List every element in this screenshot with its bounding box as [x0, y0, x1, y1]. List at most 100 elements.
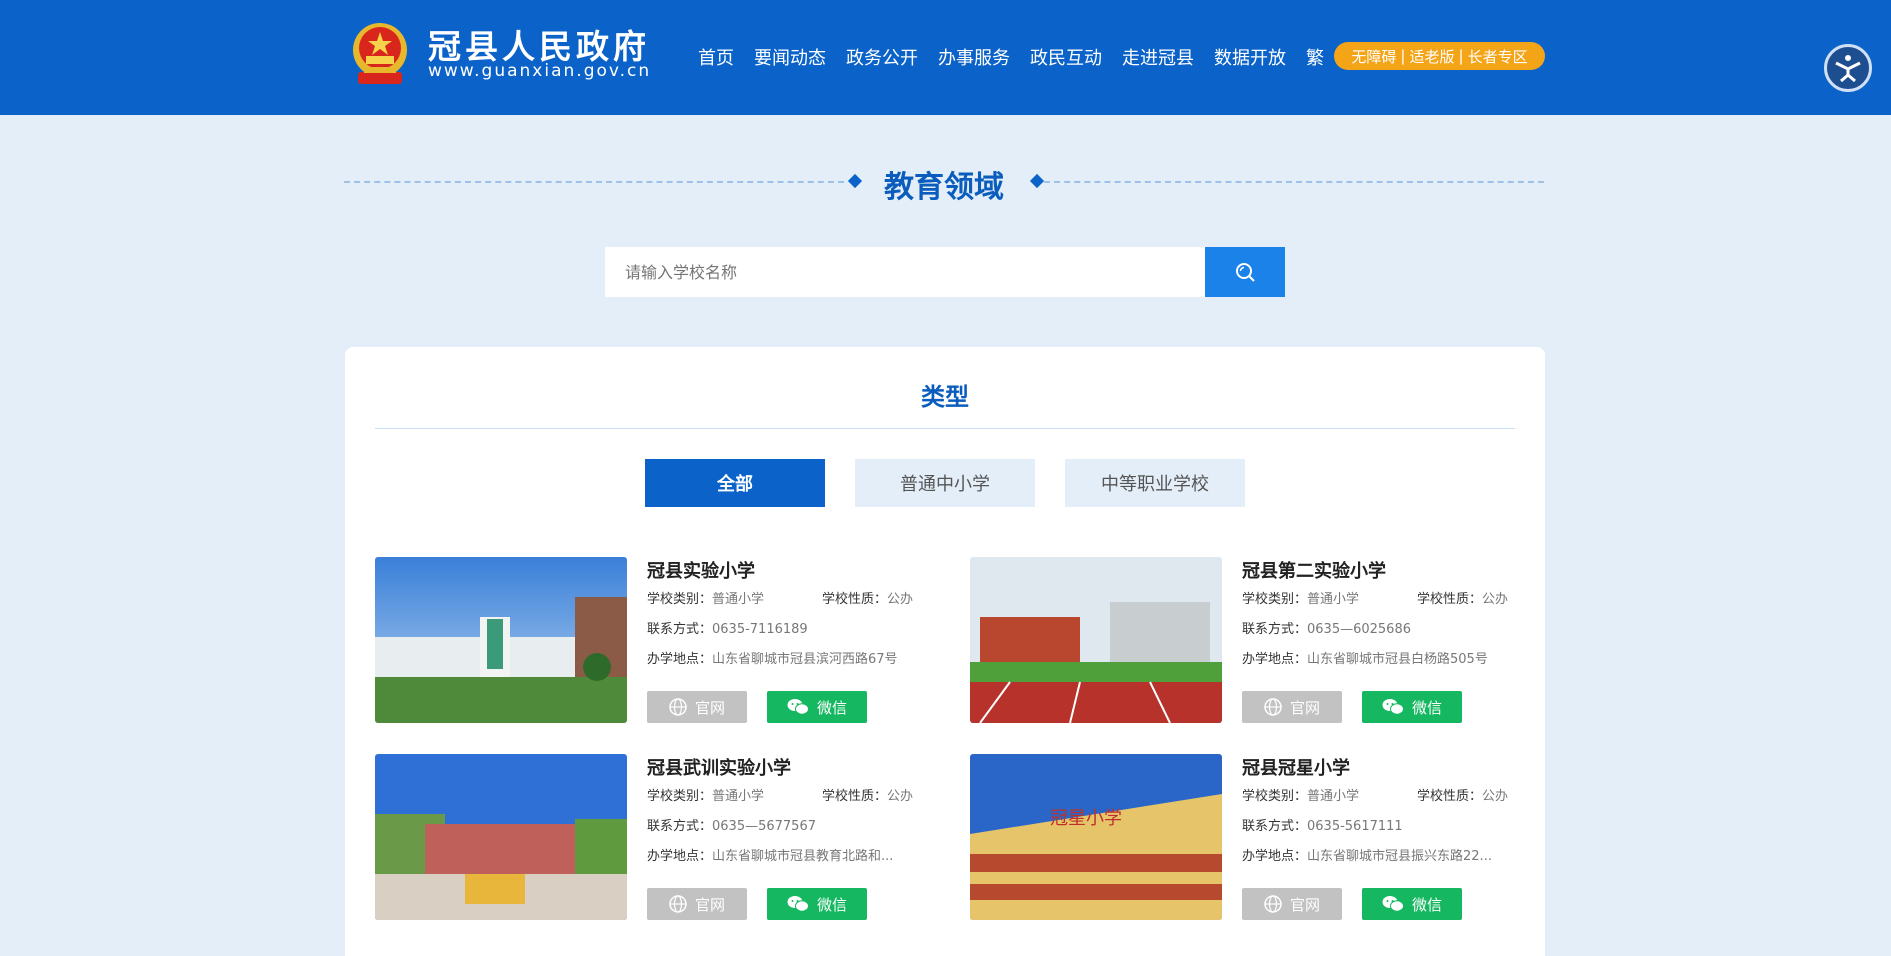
accessibility-link[interactable]: 无障碍: [1351, 46, 1396, 67]
wechat-label: 微信: [816, 698, 847, 717]
search-bar: [605, 247, 1285, 297]
wechat-icon: [787, 896, 809, 912]
nav-services[interactable]: 办事服务: [938, 44, 1010, 70]
wechat-button[interactable]: 微信: [1362, 691, 1462, 723]
school-name[interactable]: 冠县武训实验小学: [647, 754, 920, 782]
school-photo[interactable]: [970, 557, 1222, 723]
school-photo[interactable]: 冠星小学: [970, 754, 1222, 920]
wechat-button[interactable]: 微信: [1362, 888, 1462, 920]
svg-text:冠星小学: 冠星小学: [1050, 808, 1122, 829]
category-label: 学校类别：: [647, 789, 713, 804]
site-domain: www.guanxian.gov.cn: [428, 61, 652, 81]
wechat-button[interactable]: 微信: [767, 888, 867, 920]
nav-home[interactable]: 首页: [698, 44, 734, 70]
address-value: 山东省聊城市冠县振兴东路22...: [1307, 849, 1492, 864]
globe-icon: [1264, 895, 1282, 913]
school-photo[interactable]: [375, 557, 627, 723]
nav-about-county[interactable]: 走进冠县: [1122, 44, 1194, 70]
contact-label: 联系方式：: [647, 622, 713, 637]
section-title: 教育领域: [884, 170, 1004, 205]
contact-value: 0635—5677567: [712, 819, 816, 834]
wechat-icon: [1382, 699, 1404, 715]
website-label: 官网: [694, 698, 725, 717]
school-info: 冠县武训实验小学 学校类别：普通小学 学校性质：公办 联系方式：0635—567…: [647, 754, 920, 872]
website-button[interactable]: 官网: [647, 888, 747, 920]
address-label: 办学地点：: [647, 652, 713, 667]
nav-news[interactable]: 要闻动态: [754, 44, 826, 70]
address-label: 办学地点：: [1242, 849, 1308, 864]
nature-value: 公办: [1482, 789, 1509, 804]
nature-value: 公办: [887, 789, 914, 804]
address-value: 山东省聊城市冠县教育北路和...: [712, 849, 894, 864]
tab-primary-secondary[interactable]: 普通中小学: [855, 459, 1035, 507]
school-card: 冠县第二实验小学 学校类别：普通小学 学校性质：公办 联系方式：0635—602…: [970, 557, 1515, 725]
school-card: 冠县武训实验小学 学校类别：普通小学 学校性质：公办 联系方式：0635—567…: [375, 754, 920, 922]
separator: |: [1400, 47, 1406, 65]
website-label: 官网: [1289, 895, 1320, 914]
category-value: 普通小学: [1307, 789, 1360, 804]
nav-traditional-chinese[interactable]: 繁: [1306, 44, 1324, 70]
school-info: 冠县第二实验小学 学校类别：普通小学 学校性质：公办 联系方式：0635—602…: [1242, 557, 1515, 675]
contact-label: 联系方式：: [1242, 819, 1308, 834]
nav-interaction[interactable]: 政民互动: [1030, 44, 1102, 70]
tab-all[interactable]: 全部: [645, 459, 825, 507]
category-value: 普通小学: [712, 789, 765, 804]
globe-icon: [1264, 698, 1282, 716]
globe-icon: [669, 895, 687, 913]
national-emblem-icon: [353, 23, 407, 84]
nature-value: 公办: [1482, 592, 1509, 607]
elderly-mode-link[interactable]: 适老版: [1409, 46, 1454, 67]
contact-label: 联系方式：: [1242, 622, 1308, 637]
category-label: 学校类别：: [1242, 592, 1308, 607]
divider: [375, 428, 1515, 429]
school-photo[interactable]: [375, 754, 627, 920]
school-name[interactable]: 冠县第二实验小学: [1242, 557, 1515, 585]
type-tabs: 全部 普通中小学 中等职业学校: [645, 459, 1245, 507]
website-button[interactable]: 官网: [647, 691, 747, 723]
school-card: 冠县实验小学 学校类别：普通小学 学校性质：公办 联系方式：0635-71161…: [375, 557, 920, 725]
contact-value: 0635—6025686: [1307, 622, 1411, 637]
nature-label: 学校性质：: [822, 789, 888, 804]
address-label: 办学地点：: [647, 849, 713, 864]
accessibility-bar: 无障碍 | 适老版 | 长者专区: [1334, 42, 1545, 70]
school-search-input[interactable]: [605, 247, 1205, 297]
school-actions: 官网 微信: [647, 888, 867, 920]
nature-label: 学校性质：: [1417, 789, 1483, 804]
search-icon: [1236, 263, 1255, 282]
address-value: 山东省聊城市冠县白杨路505号: [1307, 652, 1488, 667]
tab-vocational[interactable]: 中等职业学校: [1065, 459, 1245, 507]
wechat-icon: [787, 699, 809, 715]
senior-zone-link[interactable]: 长者专区: [1468, 46, 1528, 67]
accessibility-tool-icon[interactable]: [1824, 44, 1872, 92]
separator: |: [1458, 47, 1464, 65]
website-label: 官网: [1289, 698, 1320, 717]
school-actions: 官网 微信: [1242, 691, 1462, 723]
nature-label: 学校性质：: [822, 592, 888, 607]
school-panel: 类型 全部 普通中小学 中等职业学校 冠县实验小学 学校类别：普通小学 学校性质…: [345, 347, 1545, 956]
website-button[interactable]: 官网: [1242, 888, 1342, 920]
contact-value: 0635-7116189: [712, 622, 808, 637]
wechat-label: 微信: [1411, 895, 1442, 914]
wechat-icon: [1382, 896, 1404, 912]
school-info: 冠县冠星小学 学校类别：普通小学 学校性质：公办 联系方式：0635-56171…: [1242, 754, 1515, 872]
address-label: 办学地点：: [1242, 652, 1308, 667]
nav-open-data[interactable]: 数据开放: [1214, 44, 1286, 70]
contact-value: 0635-5617111: [1307, 819, 1403, 834]
website-button[interactable]: 官网: [1242, 691, 1342, 723]
contact-label: 联系方式：: [647, 819, 713, 834]
school-actions: 官网 微信: [1242, 888, 1462, 920]
school-info: 冠县实验小学 学校类别：普通小学 学校性质：公办 联系方式：0635-71161…: [647, 557, 920, 675]
school-name[interactable]: 冠县冠星小学: [1242, 754, 1515, 782]
nature-label: 学校性质：: [1417, 592, 1483, 607]
nav-gov-affairs[interactable]: 政务公开: [846, 44, 918, 70]
globe-icon: [669, 698, 687, 716]
school-card: 冠星小学 冠县冠星小学 学校类别：普通小学 学校性质：公办 联系方式：0635-…: [970, 754, 1515, 922]
category-value: 普通小学: [1307, 592, 1360, 607]
school-actions: 官网 微信: [647, 691, 867, 723]
wechat-button[interactable]: 微信: [767, 691, 867, 723]
category-label: 学校类别：: [1242, 789, 1308, 804]
wechat-label: 微信: [1411, 698, 1442, 717]
search-button[interactable]: [1205, 247, 1285, 297]
main-nav: 首页 要闻动态 政务公开 办事服务 政民互动 走进冠县 数据开放 繁: [698, 44, 1344, 70]
school-name[interactable]: 冠县实验小学: [647, 557, 920, 585]
